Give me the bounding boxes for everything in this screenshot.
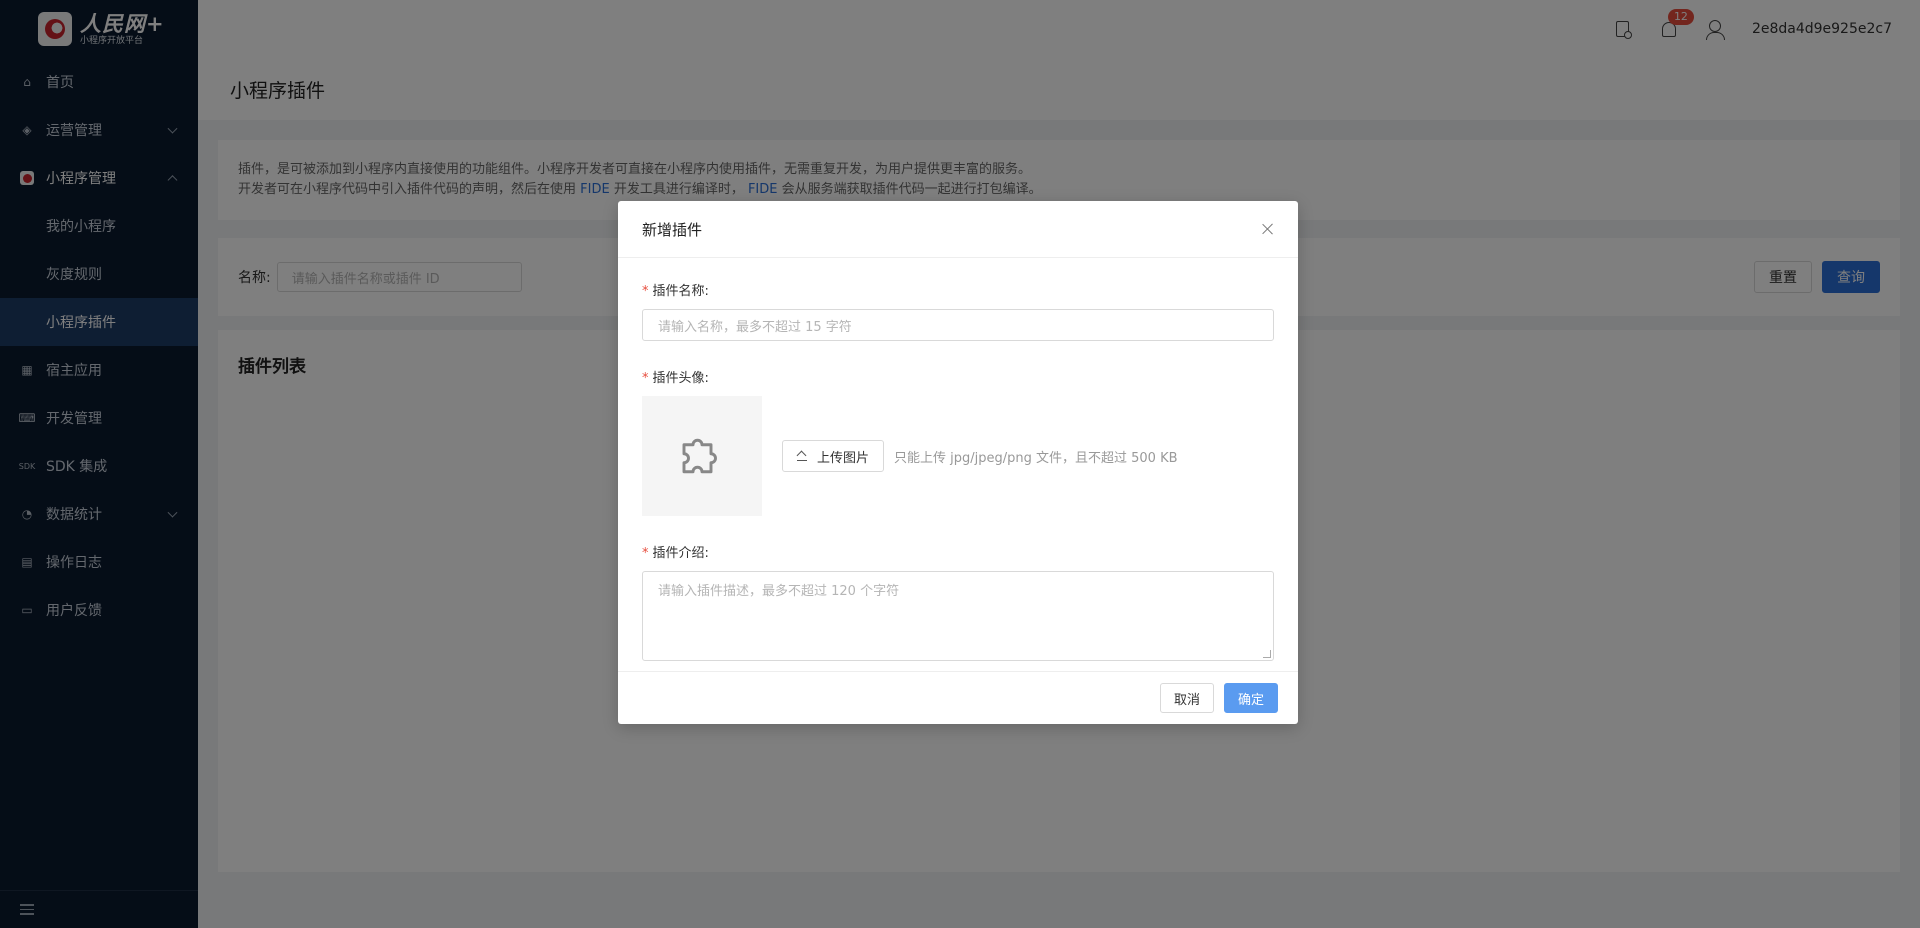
confirm-button[interactable]: 确定 xyxy=(1223,683,1278,713)
plugin-name-label: * 插件名称: xyxy=(642,284,709,299)
upload-hint: 只能上传 jpg/jpeg/png 文件，且不超过 500 KB xyxy=(894,450,1178,466)
plugin-avatar-label: * 插件头像: xyxy=(642,371,709,386)
plugin-avatar-preview xyxy=(642,396,762,516)
dialog-header: 新增插件 xyxy=(618,201,1298,258)
puzzle-icon xyxy=(682,438,717,474)
cancel-button[interactable]: 取消 xyxy=(1159,683,1214,713)
close-icon[interactable] xyxy=(1262,223,1274,235)
dialog-title: 新增插件 xyxy=(642,220,703,239)
add-plugin-dialog: 新增插件 * 插件名称: 请输入名称，最多不超过 15 字符 * 插件头像: 上传图… xyxy=(618,201,1298,724)
dialog-footer: 取消 确定 xyxy=(618,671,1298,724)
plugin-intro-textarea[interactable]: 请输入插件描述，最多不超过 120 个字符 xyxy=(642,571,1274,661)
plugin-name-input[interactable]: 请输入名称，最多不超过 15 字符 xyxy=(642,309,1274,341)
upload-icon xyxy=(797,451,807,461)
upload-image-button[interactable]: 上传图片 xyxy=(782,440,885,472)
plugin-intro-label: * 插件介绍: xyxy=(642,546,709,561)
